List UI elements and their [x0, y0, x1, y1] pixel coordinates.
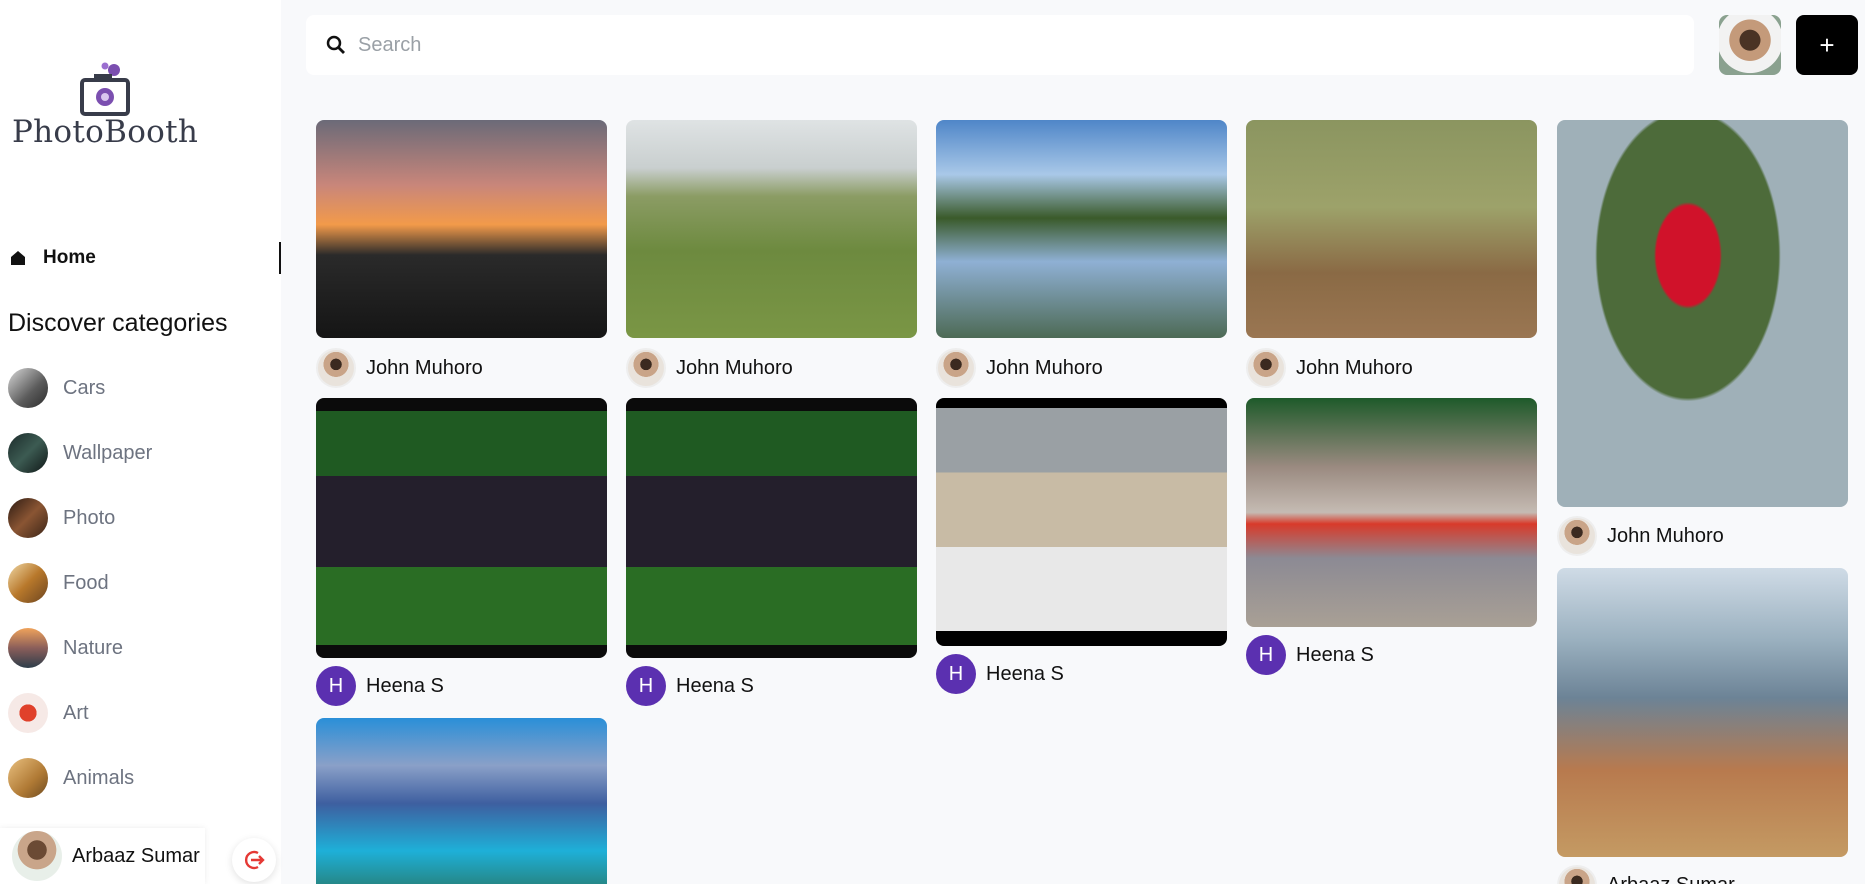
pin-card[interactable]: H Heena S: [1246, 398, 1537, 678]
author-avatar: [1557, 865, 1597, 884]
category-item-food[interactable]: Food: [8, 562, 268, 604]
app-logo[interactable]: PhotoBooth: [12, 58, 198, 158]
author-name: Heena S: [676, 674, 754, 697]
author-avatar: H: [316, 666, 356, 706]
home-icon: [11, 251, 25, 265]
profile-avatar-button[interactable]: [1719, 15, 1781, 75]
pin-card[interactable]: [316, 718, 607, 884]
category-label: Cars: [63, 376, 106, 399]
pin-image[interactable]: [936, 398, 1227, 646]
category-item-cars[interactable]: Cars: [8, 367, 268, 409]
pin-image[interactable]: [316, 398, 607, 658]
pin-card[interactable]: H Heena S: [626, 398, 917, 708]
category-item-art[interactable]: Art: [8, 692, 268, 734]
author-avatar: [626, 348, 666, 388]
author-name: John Muhoro: [366, 356, 483, 379]
pin-card[interactable]: John Muhoro: [1246, 120, 1537, 390]
pin-author[interactable]: Arbaaz Sumar: [1557, 865, 1735, 884]
sidebar: PhotoBooth Home Discover categories Cars…: [0, 0, 281, 884]
category-label: Wallpaper: [63, 441, 153, 464]
active-indicator: [279, 242, 281, 274]
pin-card[interactable]: John Muhoro: [936, 120, 1227, 390]
pin-image[interactable]: [1246, 398, 1537, 627]
category-thumbnail: [8, 693, 48, 733]
pin-image[interactable]: [626, 120, 917, 338]
pin-image[interactable]: [316, 718, 607, 884]
pin-card[interactable]: John Muhoro: [316, 120, 607, 390]
pin-card[interactable]: H Heena S: [316, 398, 607, 708]
pin-author[interactable]: John Muhoro: [1557, 516, 1724, 556]
app-name: PhotoBooth: [12, 114, 199, 150]
author-name: Arbaaz Sumar: [1607, 874, 1735, 884]
category-thumbnail: [8, 758, 48, 798]
pin-card[interactable]: H Heena S: [936, 398, 1227, 698]
add-pin-button[interactable]: +: [1796, 15, 1858, 75]
pin-author[interactable]: John Muhoro: [936, 348, 1103, 388]
author-avatar: [936, 348, 976, 388]
pin-author[interactable]: John Muhoro: [626, 348, 793, 388]
pin-author[interactable]: John Muhoro: [316, 348, 483, 388]
pin-card[interactable]: John Muhoro: [1557, 120, 1848, 560]
category-item-wallpaper[interactable]: Wallpaper: [8, 432, 268, 474]
logout-button[interactable]: [232, 838, 276, 882]
user-avatar: [12, 831, 62, 881]
author-name: Heena S: [986, 662, 1064, 685]
author-avatar: H: [1246, 635, 1286, 675]
pin-author[interactable]: H Heena S: [936, 654, 1064, 694]
author-avatar: [316, 348, 356, 388]
current-user-card[interactable]: Arbaaz Sumar: [0, 828, 205, 884]
pin-author[interactable]: H Heena S: [1246, 635, 1374, 675]
sidebar-item-home[interactable]: Home: [0, 242, 281, 274]
author-name: Heena S: [1296, 643, 1374, 666]
category-item-nature[interactable]: Nature: [8, 627, 268, 669]
author-name: John Muhoro: [676, 356, 793, 379]
search-input[interactable]: [358, 33, 1658, 57]
category-item-photo[interactable]: Photo: [8, 497, 268, 539]
pin-author[interactable]: H Heena S: [316, 666, 444, 706]
sidebar-item-label: Home: [43, 247, 96, 268]
pin-author[interactable]: John Muhoro: [1246, 348, 1413, 388]
pin-image[interactable]: [1557, 120, 1848, 507]
logout-icon: [245, 850, 265, 870]
category-thumbnail: [8, 433, 48, 473]
author-name: John Muhoro: [986, 356, 1103, 379]
pin-image[interactable]: [936, 120, 1227, 338]
categories-heading: Discover categories: [8, 309, 228, 337]
pin-image[interactable]: [1246, 120, 1537, 338]
category-thumbnail: [8, 563, 48, 603]
category-label: Food: [63, 571, 109, 594]
category-thumbnail: [8, 368, 48, 408]
pin-image[interactable]: [626, 398, 917, 658]
pin-author[interactable]: H Heena S: [626, 666, 754, 706]
pin-card[interactable]: John Muhoro: [626, 120, 917, 390]
category-label: Nature: [63, 636, 124, 659]
pin-image[interactable]: [1557, 568, 1848, 857]
author-avatar: [1246, 348, 1286, 388]
camera-logo-icon: [80, 62, 130, 116]
search-bar[interactable]: [306, 15, 1694, 75]
author-avatar: H: [626, 666, 666, 706]
pin-image[interactable]: [316, 120, 607, 338]
author-name: John Muhoro: [1296, 356, 1413, 379]
user-name: Arbaaz Sumar: [72, 844, 200, 867]
category-label: Photo: [63, 506, 116, 529]
category-thumbnail: [8, 628, 48, 668]
category-thumbnail: [8, 498, 48, 538]
search-icon: [326, 35, 345, 54]
author-name: John Muhoro: [1607, 524, 1724, 547]
pin-card[interactable]: Arbaaz Sumar: [1557, 568, 1848, 884]
author-avatar: [1557, 516, 1597, 556]
category-label: Animals: [63, 766, 135, 789]
category-label: Art: [63, 701, 89, 724]
category-item-animals[interactable]: Animals: [8, 757, 268, 799]
author-avatar: H: [936, 654, 976, 694]
author-name: Heena S: [366, 674, 444, 697]
